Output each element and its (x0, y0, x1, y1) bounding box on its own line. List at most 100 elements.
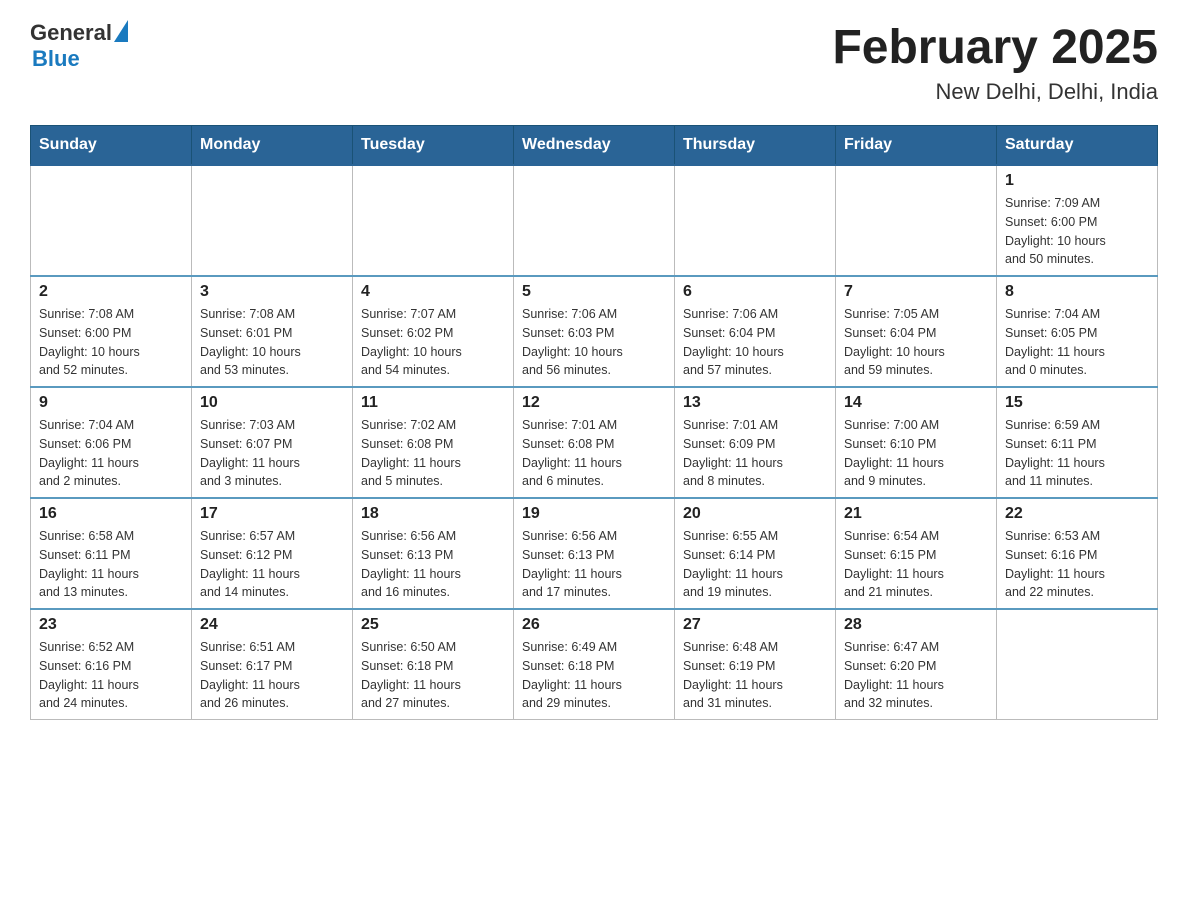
calendar-cell: 6 Sunrise: 7:06 AM Sunset: 6:04 PM Daylig… (675, 276, 836, 387)
calendar-cell (836, 165, 997, 276)
day-info: Sunrise: 7:08 AM Sunset: 6:00 PM Dayligh… (39, 305, 183, 380)
day-number: 6 (683, 283, 827, 301)
title-area: February 2025 New Delhi, Delhi, India (832, 20, 1158, 105)
day-header-monday: Monday (192, 126, 353, 166)
day-info: Sunrise: 6:56 AM Sunset: 6:13 PM Dayligh… (361, 527, 505, 602)
calendar-cell (675, 165, 836, 276)
day-info: Sunrise: 7:01 AM Sunset: 6:09 PM Dayligh… (683, 416, 827, 491)
day-info: Sunrise: 6:54 AM Sunset: 6:15 PM Dayligh… (844, 527, 988, 602)
day-info: Sunrise: 7:04 AM Sunset: 6:06 PM Dayligh… (39, 416, 183, 491)
calendar-cell: 27 Sunrise: 6:48 AM Sunset: 6:19 PM Dayli… (675, 609, 836, 720)
logo: General Blue (30, 20, 128, 72)
calendar-cell: 23 Sunrise: 6:52 AM Sunset: 6:16 PM Dayli… (31, 609, 192, 720)
calendar-cell (997, 609, 1158, 720)
logo-text-blue: Blue (32, 46, 128, 72)
calendar-cell: 3Sunrise: 7:08 AM Sunset: 6:01 PM Daylig… (192, 276, 353, 387)
day-number: 26 (522, 616, 666, 634)
month-title: February 2025 (832, 20, 1158, 75)
day-header-saturday: Saturday (997, 126, 1158, 166)
calendar-cell: 12 Sunrise: 7:01 AM Sunset: 6:08 PM Dayli… (514, 387, 675, 498)
calendar-cell (31, 165, 192, 276)
calendar-week-row: 23 Sunrise: 6:52 AM Sunset: 6:16 PM Dayli… (31, 609, 1158, 720)
day-number: 7 (844, 283, 988, 301)
day-info: Sunrise: 7:02 AM Sunset: 6:08 PM Dayligh… (361, 416, 505, 491)
day-header-friday: Friday (836, 126, 997, 166)
calendar-cell: 10Sunrise: 7:03 AM Sunset: 6:07 PM Dayli… (192, 387, 353, 498)
day-info: Sunrise: 6:52 AM Sunset: 6:16 PM Dayligh… (39, 638, 183, 713)
calendar-cell: 26 Sunrise: 6:49 AM Sunset: 6:18 PM Dayli… (514, 609, 675, 720)
day-number: 8 (1005, 283, 1149, 301)
day-info: Sunrise: 7:04 AM Sunset: 6:05 PM Dayligh… (1005, 305, 1149, 380)
day-info: Sunrise: 7:01 AM Sunset: 6:08 PM Dayligh… (522, 416, 666, 491)
day-header-thursday: Thursday (675, 126, 836, 166)
calendar-cell: 9 Sunrise: 7:04 AM Sunset: 6:06 PM Daylig… (31, 387, 192, 498)
day-header-wednesday: Wednesday (514, 126, 675, 166)
day-number: 10 (200, 394, 344, 412)
day-number: 19 (522, 505, 666, 523)
day-number: 21 (844, 505, 988, 523)
calendar-cell: 15 Sunrise: 6:59 AM Sunset: 6:11 PM Dayli… (997, 387, 1158, 498)
day-info: Sunrise: 7:00 AM Sunset: 6:10 PM Dayligh… (844, 416, 988, 491)
day-number: 4 (361, 283, 505, 301)
page-header: General Blue February 2025 New Delhi, De… (30, 20, 1158, 105)
day-info: Sunrise: 6:58 AM Sunset: 6:11 PM Dayligh… (39, 527, 183, 602)
day-header-tuesday: Tuesday (353, 126, 514, 166)
day-number: 11 (361, 394, 505, 412)
day-info: Sunrise: 6:48 AM Sunset: 6:19 PM Dayligh… (683, 638, 827, 713)
day-header-sunday: Sunday (31, 126, 192, 166)
calendar-cell (192, 165, 353, 276)
calendar-cell (353, 165, 514, 276)
calendar-cell: 2 Sunrise: 7:08 AM Sunset: 6:00 PM Daylig… (31, 276, 192, 387)
calendar-cell: 11 Sunrise: 7:02 AM Sunset: 6:08 PM Dayli… (353, 387, 514, 498)
day-info: Sunrise: 6:53 AM Sunset: 6:16 PM Dayligh… (1005, 527, 1149, 602)
day-number: 9 (39, 394, 183, 412)
day-info: Sunrise: 6:56 AM Sunset: 6:13 PM Dayligh… (522, 527, 666, 602)
day-info: Sunrise: 6:49 AM Sunset: 6:18 PM Dayligh… (522, 638, 666, 713)
day-info: Sunrise: 7:09 AM Sunset: 6:00 PM Dayligh… (1005, 194, 1149, 269)
day-number: 15 (1005, 394, 1149, 412)
calendar-week-row: 2 Sunrise: 7:08 AM Sunset: 6:00 PM Daylig… (31, 276, 1158, 387)
day-number: 5 (522, 283, 666, 301)
day-number: 3 (200, 283, 344, 301)
day-number: 28 (844, 616, 988, 634)
calendar-cell: 8 Sunrise: 7:04 AM Sunset: 6:05 PM Daylig… (997, 276, 1158, 387)
day-info: Sunrise: 6:59 AM Sunset: 6:11 PM Dayligh… (1005, 416, 1149, 491)
day-info: Sunrise: 6:51 AM Sunset: 6:17 PM Dayligh… (200, 638, 344, 713)
day-number: 2 (39, 283, 183, 301)
day-info: Sunrise: 6:50 AM Sunset: 6:18 PM Dayligh… (361, 638, 505, 713)
calendar-cell: 7Sunrise: 7:05 AM Sunset: 6:04 PM Daylig… (836, 276, 997, 387)
day-number: 20 (683, 505, 827, 523)
calendar-cell (514, 165, 675, 276)
logo-text-general: General (30, 20, 112, 46)
day-number: 18 (361, 505, 505, 523)
day-info: Sunrise: 6:55 AM Sunset: 6:14 PM Dayligh… (683, 527, 827, 602)
calendar-cell: 24 Sunrise: 6:51 AM Sunset: 6:17 PM Dayli… (192, 609, 353, 720)
day-number: 14 (844, 394, 988, 412)
calendar-cell: 22Sunrise: 6:53 AM Sunset: 6:16 PM Dayli… (997, 498, 1158, 609)
calendar-table: SundayMondayTuesdayWednesdayThursdayFrid… (30, 125, 1158, 720)
day-number: 24 (200, 616, 344, 634)
calendar-cell: 14 Sunrise: 7:00 AM Sunset: 6:10 PM Dayli… (836, 387, 997, 498)
calendar-cell: 1 Sunrise: 7:09 AM Sunset: 6:00 PM Daylig… (997, 165, 1158, 276)
calendar-cell: 16 Sunrise: 6:58 AM Sunset: 6:11 PM Dayli… (31, 498, 192, 609)
day-info: Sunrise: 7:06 AM Sunset: 6:04 PM Dayligh… (683, 305, 827, 380)
day-number: 27 (683, 616, 827, 634)
calendar-cell: 28 Sunrise: 6:47 AM Sunset: 6:20 PM Dayli… (836, 609, 997, 720)
calendar-cell: 4 Sunrise: 7:07 AM Sunset: 6:02 PM Daylig… (353, 276, 514, 387)
calendar-header-row: SundayMondayTuesdayWednesdayThursdayFrid… (31, 126, 1158, 166)
calendar-cell: 21 Sunrise: 6:54 AM Sunset: 6:15 PM Dayli… (836, 498, 997, 609)
day-info: Sunrise: 6:57 AM Sunset: 6:12 PM Dayligh… (200, 527, 344, 602)
calendar-week-row: 1 Sunrise: 7:09 AM Sunset: 6:00 PM Daylig… (31, 165, 1158, 276)
calendar-cell: 25Sunrise: 6:50 AM Sunset: 6:18 PM Dayli… (353, 609, 514, 720)
calendar-cell: 13 Sunrise: 7:01 AM Sunset: 6:09 PM Dayli… (675, 387, 836, 498)
location: New Delhi, Delhi, India (832, 79, 1158, 105)
day-number: 23 (39, 616, 183, 634)
day-number: 13 (683, 394, 827, 412)
logo-triangle-icon (114, 20, 128, 42)
calendar-week-row: 9 Sunrise: 7:04 AM Sunset: 6:06 PM Daylig… (31, 387, 1158, 498)
day-info: Sunrise: 7:07 AM Sunset: 6:02 PM Dayligh… (361, 305, 505, 380)
day-number: 12 (522, 394, 666, 412)
day-info: Sunrise: 6:47 AM Sunset: 6:20 PM Dayligh… (844, 638, 988, 713)
day-number: 1 (1005, 172, 1149, 190)
day-number: 16 (39, 505, 183, 523)
